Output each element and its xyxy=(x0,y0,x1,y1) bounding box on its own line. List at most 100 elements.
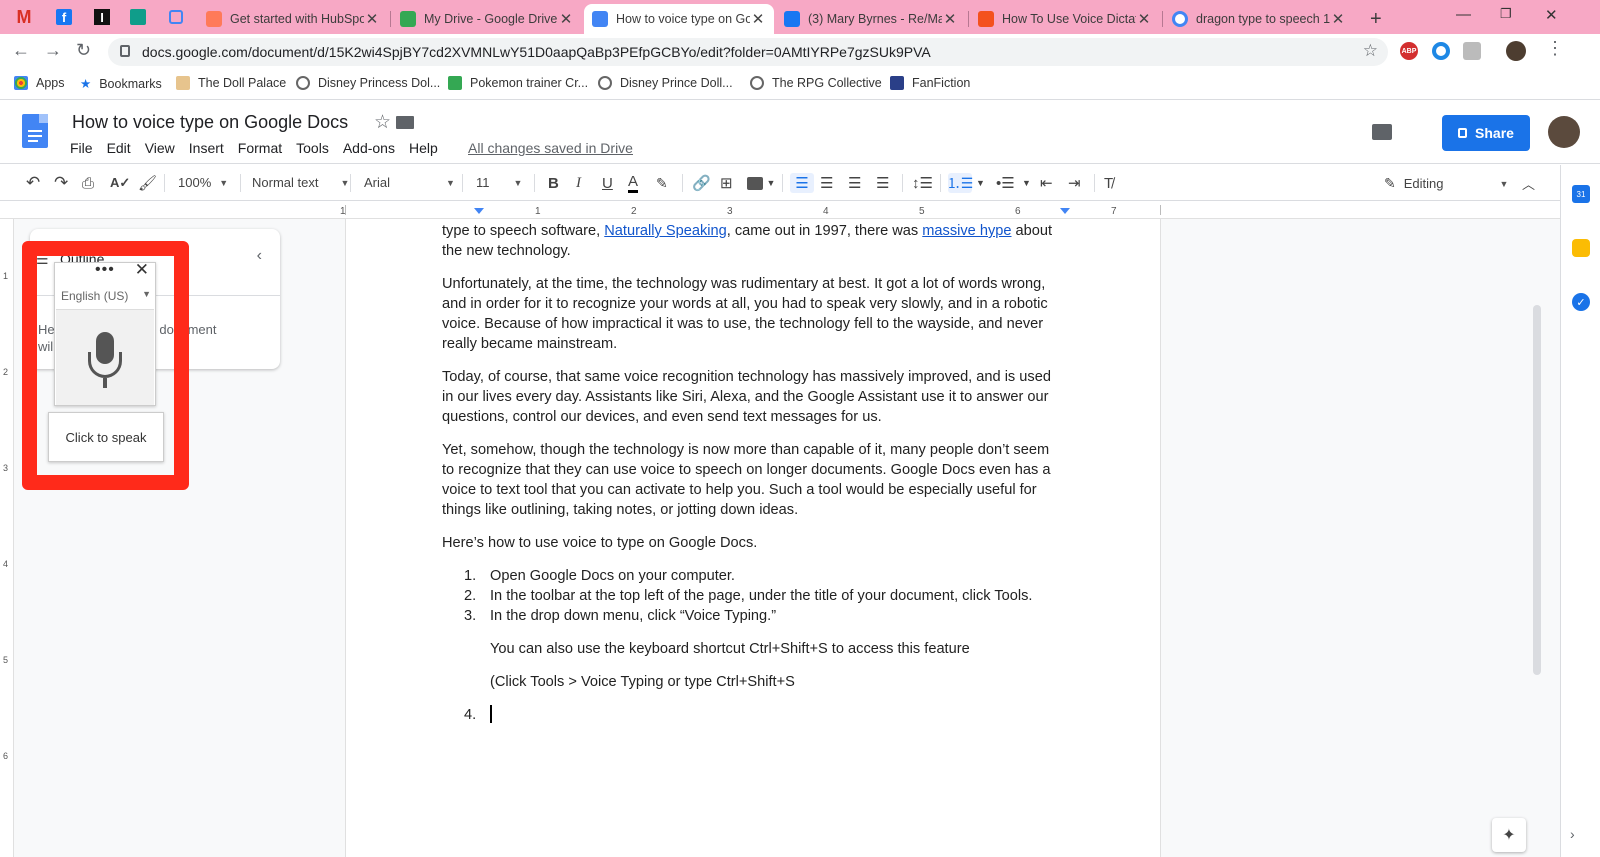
docs-logo-icon[interactable] xyxy=(22,114,48,148)
menu-edit[interactable]: Edit xyxy=(107,140,131,156)
extension-circle-icon[interactable] xyxy=(1432,42,1450,60)
italic-icon[interactable]: I xyxy=(576,173,581,193)
tab-google-drive[interactable]: My Drive - Google Drive ✕ xyxy=(392,4,582,34)
bookmark-rpg-collective[interactable]: The RPG Collective xyxy=(750,76,882,90)
menu-format[interactable]: Format xyxy=(238,140,282,156)
comment-history-icon[interactable] xyxy=(1372,124,1392,140)
bulleted-list-caret-icon[interactable]: ▼ xyxy=(1022,173,1031,193)
microphone-button[interactable] xyxy=(56,309,154,405)
decrease-indent-icon[interactable]: ⇤ xyxy=(1040,173,1053,193)
spellcheck-icon[interactable]: A✓ xyxy=(110,173,130,193)
bold-icon[interactable]: B xyxy=(548,173,559,193)
minimize-icon[interactable]: — xyxy=(1456,6,1471,23)
zoom-select[interactable]: 100% ▼ xyxy=(178,175,228,190)
close-tab-icon[interactable]: ✕ xyxy=(942,10,958,28)
highlight-icon[interactable]: ✎ xyxy=(656,173,668,193)
naturally-speaking-link[interactable]: Naturally Speaking xyxy=(604,223,727,239)
forward-icon[interactable]: → xyxy=(44,40,62,61)
vertical-scrollbar[interactable] xyxy=(1533,305,1541,675)
profile-avatar-icon[interactable] xyxy=(1506,41,1526,61)
underline-icon[interactable]: U xyxy=(602,173,613,193)
tab-hubspot[interactable]: Get started with HubSpot ✕ xyxy=(198,4,388,34)
reload-icon[interactable]: ↻ xyxy=(76,40,91,61)
menu-view[interactable]: View xyxy=(145,140,175,156)
align-center-icon[interactable]: ☰ xyxy=(820,173,833,193)
massive-hype-link[interactable]: massive hype xyxy=(922,223,1011,239)
account-avatar[interactable] xyxy=(1548,116,1580,148)
menu-help[interactable]: Help xyxy=(409,140,438,156)
adblock-icon[interactable]: ABP xyxy=(1400,42,1418,60)
font-select[interactable]: Arial ▼ xyxy=(364,175,455,190)
redo-icon[interactable]: ↷ xyxy=(54,173,68,193)
text-color-icon[interactable]: A xyxy=(628,173,639,193)
menu-tools[interactable]: Tools xyxy=(296,140,329,156)
bookmark-bookmarks[interactable]: ★ Bookmarks xyxy=(80,76,162,92)
numbered-list-caret-icon[interactable]: ▼ xyxy=(976,173,985,193)
editing-mode-select[interactable]: ✎ Editing ▼ xyxy=(1384,175,1508,192)
folder-icon[interactable] xyxy=(396,116,414,129)
bookmark-star-icon[interactable]: ☆ xyxy=(1363,41,1378,61)
insert-image-icon[interactable]: ▼ xyxy=(746,173,776,193)
keep-icon[interactable] xyxy=(1572,239,1590,257)
star-icon[interactable]: ☆ xyxy=(374,111,391,134)
left-indent-marker[interactable] xyxy=(474,208,484,214)
menu-addons[interactable]: Add-ons xyxy=(343,140,395,156)
close-tab-icon[interactable]: ✕ xyxy=(1330,10,1346,28)
save-status-link[interactable]: All changes saved in Drive xyxy=(468,140,633,156)
tab-voice-dictation[interactable]: How To Use Voice Dictati ✕ xyxy=(970,4,1160,34)
share-button[interactable]: Share xyxy=(1442,115,1530,151)
facebook-pinned-tab[interactable]: f xyxy=(52,6,76,28)
pinned-tab-4[interactable] xyxy=(126,6,150,28)
bulleted-list-icon[interactable]: •☰ xyxy=(996,173,1015,193)
pinned-tab-5[interactable] xyxy=(164,6,188,28)
insert-link-icon[interactable]: 🔗 xyxy=(692,173,711,193)
line-spacing-icon[interactable]: ↕☰ xyxy=(912,173,933,193)
tab-google-search[interactable]: dragon type to speech 1 ✕ xyxy=(1164,4,1354,34)
explore-button[interactable]: ✦ xyxy=(1492,818,1526,852)
calendar-icon[interactable]: 31 xyxy=(1572,185,1590,203)
expand-side-panel-icon[interactable]: › xyxy=(1570,826,1575,842)
numbered-list-icon[interactable]: ⒈☰ xyxy=(947,173,973,193)
undo-icon[interactable]: ↶ xyxy=(26,173,40,193)
increase-indent-icon[interactable]: ⇥ xyxy=(1068,173,1081,193)
gmail-pinned-tab[interactable]: M xyxy=(12,6,36,28)
print-icon[interactable]: ⎙ xyxy=(82,173,94,193)
insert-comment-icon[interactable]: ⊞ xyxy=(720,173,733,193)
menu-file[interactable]: File xyxy=(70,140,93,156)
clear-formatting-icon[interactable]: T̸ xyxy=(1104,173,1113,193)
language-select[interactable]: English (US) ▼ xyxy=(61,289,151,303)
bookmark-doll-palace[interactable]: The Doll Palace xyxy=(176,76,286,90)
font-size-select[interactable]: 11 ▼ xyxy=(476,175,522,190)
pinned-tab-3[interactable]: I xyxy=(90,6,114,28)
align-left-icon[interactable]: ☰ xyxy=(790,173,814,193)
close-window-icon[interactable]: ✕ xyxy=(1545,6,1558,24)
tab-google-docs-active[interactable]: How to voice type on Goo ✕ xyxy=(584,4,774,34)
align-right-icon[interactable]: ☰ xyxy=(848,173,861,193)
align-justify-icon[interactable]: ☰ xyxy=(876,173,889,193)
new-tab-button[interactable]: + xyxy=(1362,4,1392,34)
document-page[interactable]: type to speech software, Naturally Speak… xyxy=(345,219,1161,857)
right-indent-marker[interactable] xyxy=(1060,208,1070,214)
document-body[interactable]: type to speech software, Naturally Speak… xyxy=(442,221,1062,726)
bookmark-apps[interactable]: Apps xyxy=(14,76,65,90)
chrome-menu-icon[interactable]: ⋮ xyxy=(1546,38,1564,59)
back-icon[interactable]: ← xyxy=(12,40,30,61)
close-tab-icon[interactable]: ✕ xyxy=(364,10,380,28)
bookmark-fanfiction[interactable]: FanFiction xyxy=(890,76,970,90)
close-outline-icon[interactable]: ‹ xyxy=(257,247,262,265)
close-tab-icon[interactable]: ✕ xyxy=(558,10,574,28)
close-tab-icon[interactable]: ✕ xyxy=(1136,10,1152,28)
extension-puzzle-icon[interactable] xyxy=(1463,42,1481,60)
tasks-icon[interactable]: ✓ xyxy=(1572,293,1590,311)
bookmark-disney-prince[interactable]: Disney Prince Doll... xyxy=(598,76,733,90)
close-voice-typing-icon[interactable]: ✕ xyxy=(135,260,149,280)
collapse-menus-icon[interactable]: ︿ xyxy=(1522,173,1535,193)
bookmark-disney-princess[interactable]: Disney Princess Dol... xyxy=(296,76,440,90)
tab-facebook[interactable]: (3) Mary Byrnes - Re/Mak ✕ xyxy=(776,4,966,34)
close-tab-icon[interactable]: ✕ xyxy=(750,10,766,28)
paint-format-icon[interactable]: 🖌 xyxy=(138,173,157,193)
menu-insert[interactable]: Insert xyxy=(189,140,224,156)
bookmark-pokemon-trainer[interactable]: Pokemon trainer Cr... xyxy=(448,76,588,90)
document-title[interactable]: How to voice type on Google Docs xyxy=(72,112,348,133)
restore-icon[interactable]: ❐ xyxy=(1500,6,1512,22)
